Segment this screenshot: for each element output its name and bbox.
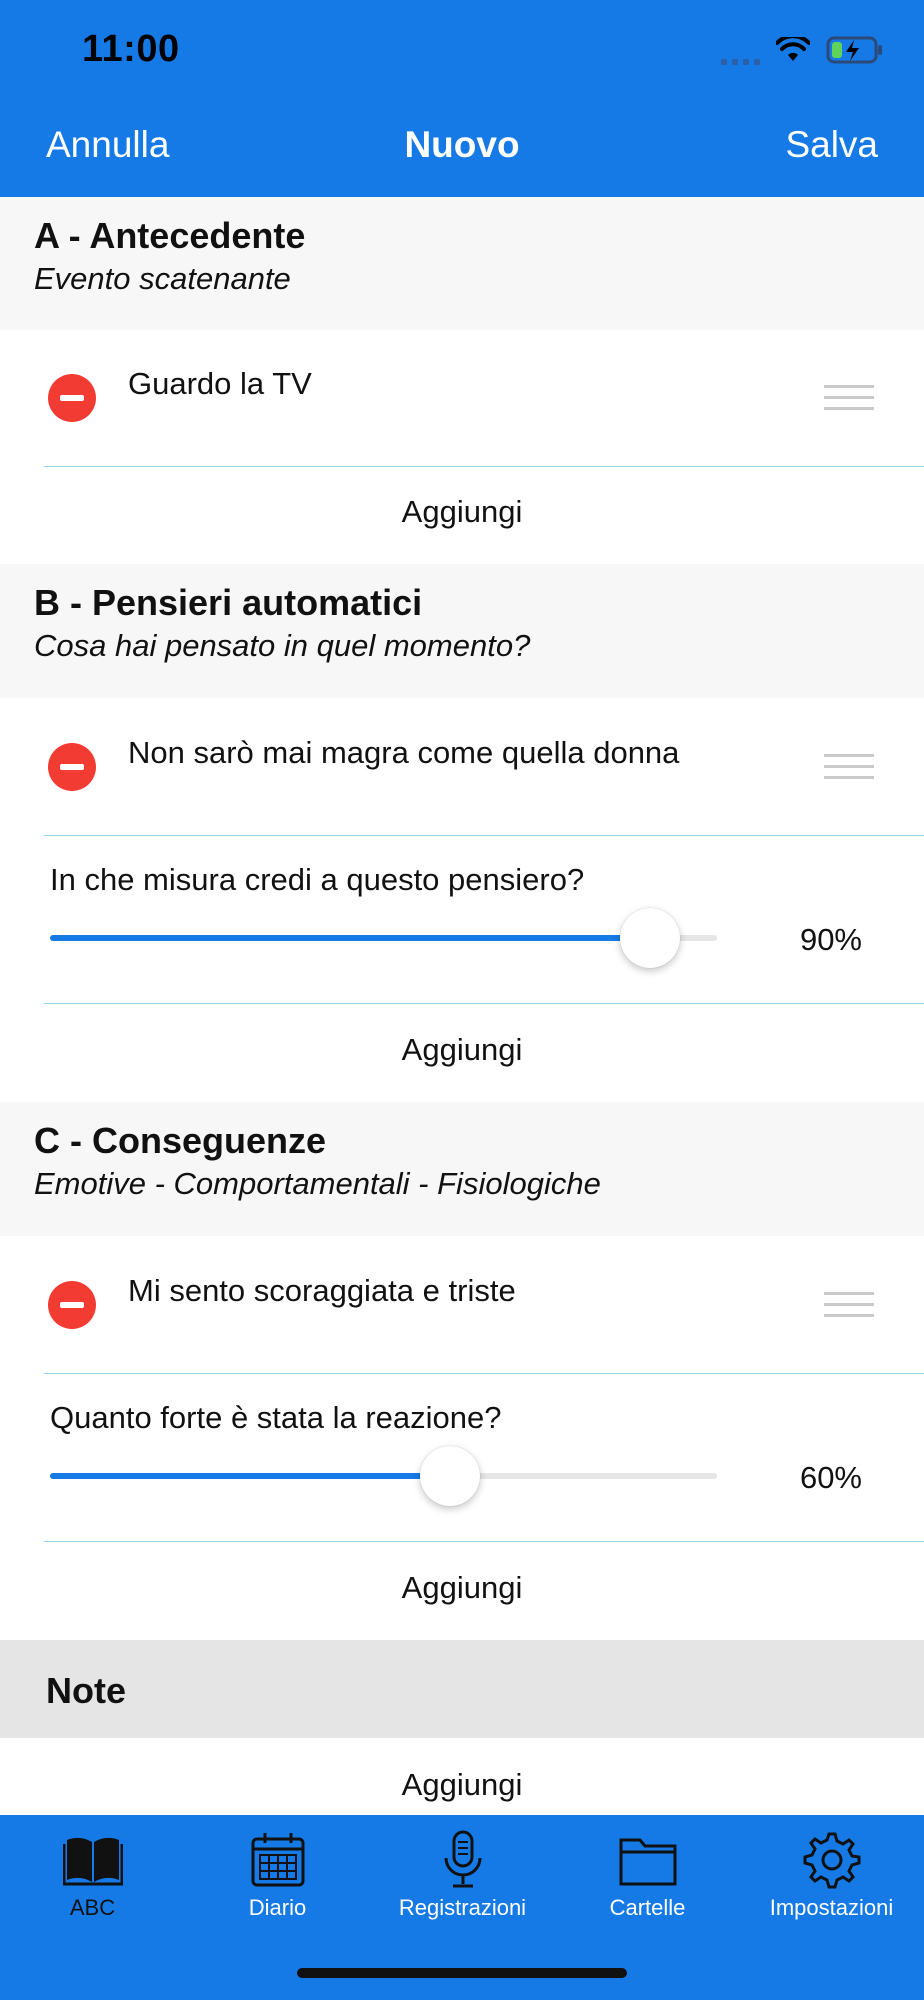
section-title: B - Pensieri automatici bbox=[34, 582, 423, 623]
tab-label: ABC bbox=[69, 1895, 116, 1920]
slider-fill bbox=[50, 1473, 450, 1479]
book-icon bbox=[62, 1837, 123, 1886]
section-subtitle: Emotive - Comportamentali - Fisiologiche bbox=[34, 1166, 601, 1201]
delete-icon[interactable] bbox=[48, 1281, 96, 1329]
notes-title: Note bbox=[46, 1670, 126, 1711]
cellular-signal-icon bbox=[721, 35, 760, 65]
separator bbox=[44, 1541, 924, 1542]
navigation-header: 11:00 Annulla Nuovo Salva bbox=[0, 0, 924, 197]
belief-question: In che misura credi a questo pensiero? bbox=[50, 862, 585, 897]
item-text: Non sarò mai magra come quella donna bbox=[128, 735, 680, 770]
list-item[interactable]: Guardo la TV bbox=[0, 330, 924, 466]
slider-value: 60% bbox=[799, 1460, 862, 1495]
separator bbox=[44, 1373, 924, 1374]
tab-cartelle[interactable]: Cartelle bbox=[555, 1815, 740, 1935]
status-icons bbox=[721, 32, 884, 68]
tab-diario[interactable]: Diario bbox=[185, 1815, 370, 1935]
tab-registrazioni[interactable]: Registrazioni bbox=[370, 1815, 555, 1935]
status-time: 11:00 bbox=[82, 28, 180, 70]
add-button[interactable]: Aggiungi bbox=[0, 494, 924, 530]
section-title: A - Antecedente bbox=[34, 215, 306, 256]
add-button[interactable]: Aggiungi bbox=[0, 1032, 924, 1068]
notes-header: Note bbox=[0, 1640, 924, 1738]
cancel-button[interactable]: Annulla bbox=[46, 124, 169, 166]
delete-icon[interactable] bbox=[48, 743, 96, 791]
item-text: Guardo la TV bbox=[128, 366, 312, 401]
drag-handle-icon[interactable] bbox=[824, 1292, 874, 1320]
separator bbox=[44, 466, 924, 467]
section-title: C - Conseguenze bbox=[34, 1120, 327, 1161]
separator bbox=[44, 835, 924, 836]
slider-value: 90% bbox=[799, 922, 862, 957]
save-button[interactable]: Salva bbox=[785, 124, 878, 166]
list-item[interactable]: Mi sento scoraggiata e triste bbox=[0, 1236, 924, 1373]
section-header-antecedent: A - Antecedente Evento scatenante bbox=[0, 197, 924, 330]
tab-impostazioni[interactable]: Impostazioni bbox=[739, 1815, 924, 1935]
tab-label: Diario bbox=[248, 1895, 307, 1920]
section-subtitle: Evento scatenante bbox=[34, 261, 291, 296]
section-header-consequences: C - Conseguenze Emotive - Comportamental… bbox=[0, 1102, 924, 1236]
reaction-question: Quanto forte è stata la reazione? bbox=[50, 1400, 502, 1435]
slider-fill bbox=[50, 935, 650, 941]
section-header-automatic-thoughts: B - Pensieri automatici Cosa hai pensato… bbox=[0, 564, 924, 698]
delete-icon[interactable] bbox=[48, 374, 96, 422]
wifi-icon bbox=[776, 37, 810, 61]
microphone-icon bbox=[444, 1830, 481, 1888]
list-item[interactable]: Non sarò mai magra come quella donna bbox=[0, 698, 924, 835]
drag-handle-icon[interactable] bbox=[824, 754, 874, 782]
gear-icon bbox=[803, 1832, 860, 1889]
tab-label: Impostazioni bbox=[769, 1895, 894, 1920]
reaction-slider[interactable] bbox=[50, 1446, 717, 1506]
nav-title: Nuovo bbox=[404, 124, 520, 165]
belief-slider[interactable] bbox=[50, 908, 717, 968]
section-subtitle: Cosa hai pensato in quel momento? bbox=[34, 628, 531, 663]
separator bbox=[44, 1003, 924, 1004]
drag-handle-icon[interactable] bbox=[824, 385, 874, 413]
tab-abc[interactable]: ABC bbox=[0, 1815, 185, 1935]
tab-label: Cartelle bbox=[609, 1895, 686, 1920]
add-button[interactable]: Aggiungi bbox=[0, 1570, 924, 1606]
battery-charging-icon bbox=[826, 36, 882, 64]
slider-thumb[interactable] bbox=[620, 908, 680, 968]
add-note-button[interactable]: Aggiungi bbox=[0, 1767, 924, 1803]
folder-icon bbox=[619, 1838, 676, 1886]
item-text: Mi sento scoraggiata e triste bbox=[128, 1273, 516, 1308]
home-indicator bbox=[297, 1968, 627, 1978]
slider-thumb[interactable] bbox=[420, 1446, 480, 1506]
calendar-icon bbox=[251, 1833, 304, 1887]
tab-label: Registrazioni bbox=[398, 1895, 527, 1920]
